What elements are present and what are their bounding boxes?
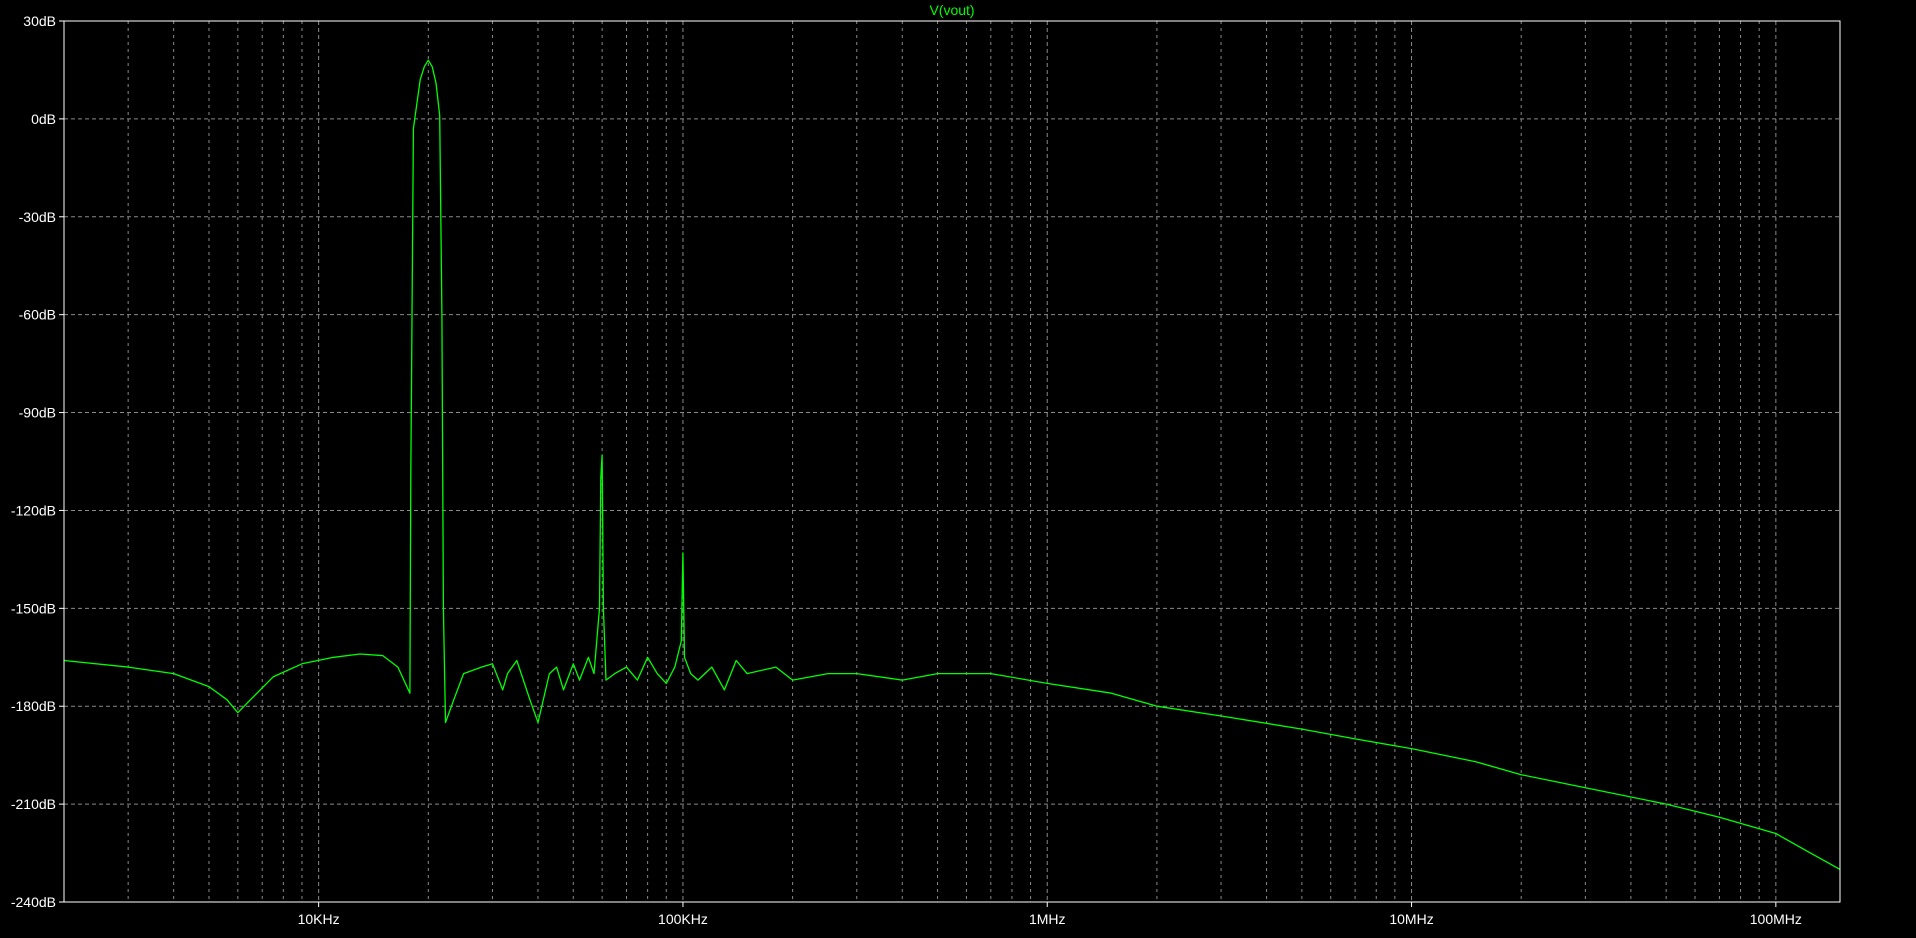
y-tick-label: -210dB (11, 796, 56, 812)
y-tick-label: -30dB (19, 209, 56, 225)
x-tick-label: 100KHz (658, 911, 708, 927)
y-tick-label: -180dB (11, 698, 56, 714)
chart-title[interactable]: V(vout) (929, 2, 974, 18)
y-tick-label: -240dB (11, 894, 56, 910)
x-tick-label: 100MHz (1750, 911, 1802, 927)
x-tick-label: 10KHz (298, 911, 340, 927)
y-tick-label: 0dB (31, 111, 56, 127)
plot-canvas: 30dB 0dB -30dB -60dB -90dB -120dB -150dB -180dB… (0, 0, 1916, 933)
plot-background (0, 0, 1916, 933)
x-tick-label: 1MHz (1029, 911, 1066, 927)
y-tick-label: -90dB (19, 405, 56, 421)
y-tick-label: -150dB (11, 600, 56, 616)
x-tick-label: 10MHz (1389, 911, 1433, 927)
y-tick-label: 30dB (23, 13, 56, 29)
waveform-plot: 30dB 0dB -30dB -60dB -90dB -120dB -150dB -180dB… (0, 0, 1916, 933)
y-tick-label: -60dB (19, 307, 56, 323)
y-tick-label: -120dB (11, 502, 56, 518)
